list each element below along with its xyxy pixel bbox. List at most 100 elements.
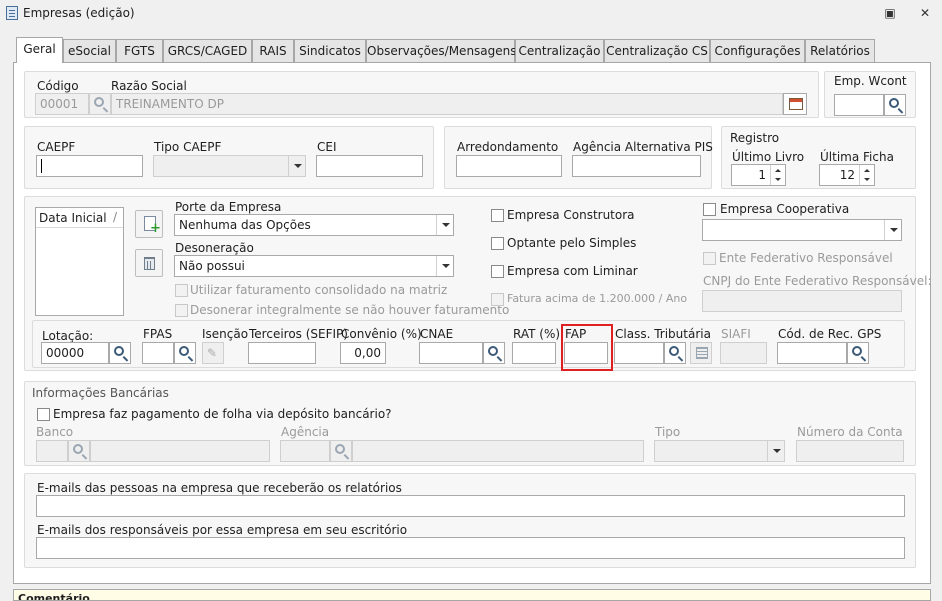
banco-code-field[interactable] bbox=[36, 440, 68, 462]
chevron-down-icon bbox=[436, 256, 453, 276]
comment-panel[interactable]: Comentário bbox=[13, 589, 931, 601]
simples-label: Optante pelo Simples bbox=[507, 236, 637, 250]
liminar-checkbox[interactable] bbox=[491, 265, 504, 278]
tipo-conta-select[interactable] bbox=[654, 440, 785, 462]
class-tributaria-search-button[interactable] bbox=[664, 342, 686, 364]
cnae-field[interactable] bbox=[419, 342, 483, 364]
lotacao-field[interactable]: 00000 bbox=[41, 342, 109, 364]
construtora-label: Empresa Construtora bbox=[507, 208, 635, 222]
cei-field[interactable] bbox=[316, 155, 423, 177]
tab-rais[interactable]: RAIS bbox=[252, 39, 294, 63]
comment-label: Comentário bbox=[18, 592, 90, 601]
list-header[interactable]: Data Inicial / bbox=[36, 208, 123, 228]
tab-grcs-caged[interactable]: GRCS/CAGED bbox=[163, 39, 252, 63]
fpas-search-button[interactable] bbox=[174, 342, 196, 364]
emails-relatorios-field[interactable] bbox=[36, 495, 905, 517]
razao-social-label: Razão Social bbox=[111, 79, 187, 93]
search-icon bbox=[179, 346, 189, 356]
tab-geral[interactable]: Geral bbox=[16, 37, 63, 63]
chevron-down-icon bbox=[767, 441, 784, 461]
spinner-icon[interactable] bbox=[770, 165, 785, 185]
cooperativa-label: Empresa Cooperativa bbox=[720, 202, 850, 216]
banco-name-field[interactable] bbox=[90, 440, 270, 462]
close-icon[interactable]: ✕ bbox=[917, 5, 933, 21]
rat-label: RAT (%) bbox=[513, 327, 561, 341]
fatura-checkbox[interactable] bbox=[491, 293, 504, 306]
numero-conta-field[interactable] bbox=[796, 440, 904, 462]
tipo-caepf-select[interactable] bbox=[153, 155, 306, 177]
tab-relatorios[interactable]: Relatórios bbox=[805, 39, 875, 63]
rat-field[interactable] bbox=[512, 342, 556, 364]
agencia-name-field[interactable] bbox=[352, 440, 644, 462]
razao-social-field[interactable]: TREINAMENTO DP bbox=[111, 93, 783, 115]
fatura-label: Fatura acima de 1.200.000 / Ano bbox=[507, 292, 688, 305]
caepf-field[interactable] bbox=[36, 155, 143, 177]
tab-fgts[interactable]: FGTS bbox=[116, 39, 163, 63]
deson-integral-label: Desonerar integralmente se não houver fa… bbox=[190, 303, 510, 317]
tab-sindicatos[interactable]: Sindicatos bbox=[294, 39, 366, 63]
emails-responsaveis-label: E-mails dos responsáveis por essa empres… bbox=[37, 523, 408, 537]
agencia-pis-label: Agência Alternativa PIS bbox=[573, 140, 713, 154]
terceiros-field[interactable] bbox=[248, 342, 316, 364]
deson-integral-checkbox[interactable] bbox=[175, 304, 188, 317]
cooperativa-select[interactable] bbox=[702, 219, 902, 241]
siafi-field[interactable] bbox=[720, 342, 767, 364]
codigo-search-button[interactable] bbox=[89, 93, 111, 115]
fat-consolidado-label: Utilizar faturamento consolidado na matr… bbox=[190, 283, 448, 297]
tab-esocial[interactable]: eSocial bbox=[63, 39, 116, 63]
agencia-search-button[interactable] bbox=[330, 440, 352, 462]
tab-observacoes[interactable]: Observações/Mensagens bbox=[366, 39, 517, 63]
convenio-field[interactable]: 0,00 bbox=[340, 342, 386, 364]
arredondamento-field[interactable] bbox=[456, 155, 562, 177]
calendar-button[interactable] bbox=[783, 93, 807, 115]
agencia-label: Agência bbox=[281, 425, 330, 439]
class-tributaria-field[interactable] bbox=[614, 342, 664, 364]
fpas-field[interactable] bbox=[142, 342, 174, 364]
tab-centralizacao[interactable]: Centralização bbox=[515, 39, 604, 63]
plus-icon: + bbox=[150, 221, 161, 236]
codigo-field[interactable]: 00001 bbox=[35, 93, 89, 115]
porte-label: Porte da Empresa bbox=[175, 200, 282, 214]
spinner-icon[interactable] bbox=[859, 165, 874, 185]
title-bar: Empresas (edição) ▣ ✕ bbox=[0, 0, 942, 27]
class-tributaria-label: Class. Tributária bbox=[615, 327, 711, 341]
data-inicial-list[interactable]: Data Inicial / bbox=[35, 207, 124, 316]
cnae-search-button[interactable] bbox=[483, 342, 505, 364]
class-tributaria-list-button[interactable] bbox=[690, 342, 712, 364]
gps-field[interactable] bbox=[777, 342, 847, 364]
agencia-code-field[interactable] bbox=[280, 440, 330, 462]
siafi-label: SIAFI bbox=[721, 327, 751, 341]
isencao-button[interactable]: ✎ bbox=[202, 342, 224, 364]
emp-wcont-search-button[interactable] bbox=[884, 94, 906, 116]
cooperativa-checkbox[interactable] bbox=[703, 203, 716, 216]
ente-federativo-checkbox[interactable] bbox=[703, 252, 716, 265]
tab-centralizacao-cs[interactable]: Centralização CS bbox=[604, 39, 710, 63]
add-button[interactable]: + bbox=[135, 210, 163, 238]
agencia-pis-field[interactable] bbox=[572, 155, 701, 177]
search-icon bbox=[335, 444, 345, 454]
simples-checkbox[interactable] bbox=[491, 237, 504, 250]
tab-configuracoes[interactable]: Configurações bbox=[710, 39, 805, 63]
emp-wcont-field[interactable] bbox=[834, 94, 884, 116]
delete-button[interactable] bbox=[135, 249, 163, 277]
restore-icon[interactable]: ▣ bbox=[882, 5, 898, 21]
gps-search-button[interactable] bbox=[847, 342, 869, 364]
banco-label: Banco bbox=[36, 425, 74, 439]
emp-wcont-label: Emp. Wcont bbox=[834, 74, 907, 88]
chevron-down-icon bbox=[884, 220, 901, 240]
desoneracao-select[interactable]: Não possui bbox=[174, 255, 454, 277]
banco-search-button[interactable] bbox=[68, 440, 90, 462]
arredondamento-label: Arredondamento bbox=[457, 140, 559, 154]
cnae-label: CNAE bbox=[420, 327, 454, 341]
chevron-down-icon bbox=[288, 156, 305, 176]
deposito-bancario-checkbox[interactable] bbox=[37, 408, 50, 421]
porte-select[interactable]: Nenhuma das Opções bbox=[174, 214, 454, 236]
fat-consolidado-checkbox[interactable] bbox=[175, 284, 188, 297]
edit-icon: ✎ bbox=[207, 346, 218, 360]
ultima-ficha-stepper[interactable]: 12 bbox=[819, 164, 875, 186]
construtora-checkbox[interactable] bbox=[491, 209, 504, 222]
emails-responsaveis-field[interactable] bbox=[36, 537, 905, 559]
lotacao-search-button[interactable] bbox=[109, 342, 131, 364]
ultimo-livro-stepper[interactable]: 1 bbox=[731, 164, 786, 186]
cnpj-ente-field[interactable] bbox=[702, 290, 902, 312]
